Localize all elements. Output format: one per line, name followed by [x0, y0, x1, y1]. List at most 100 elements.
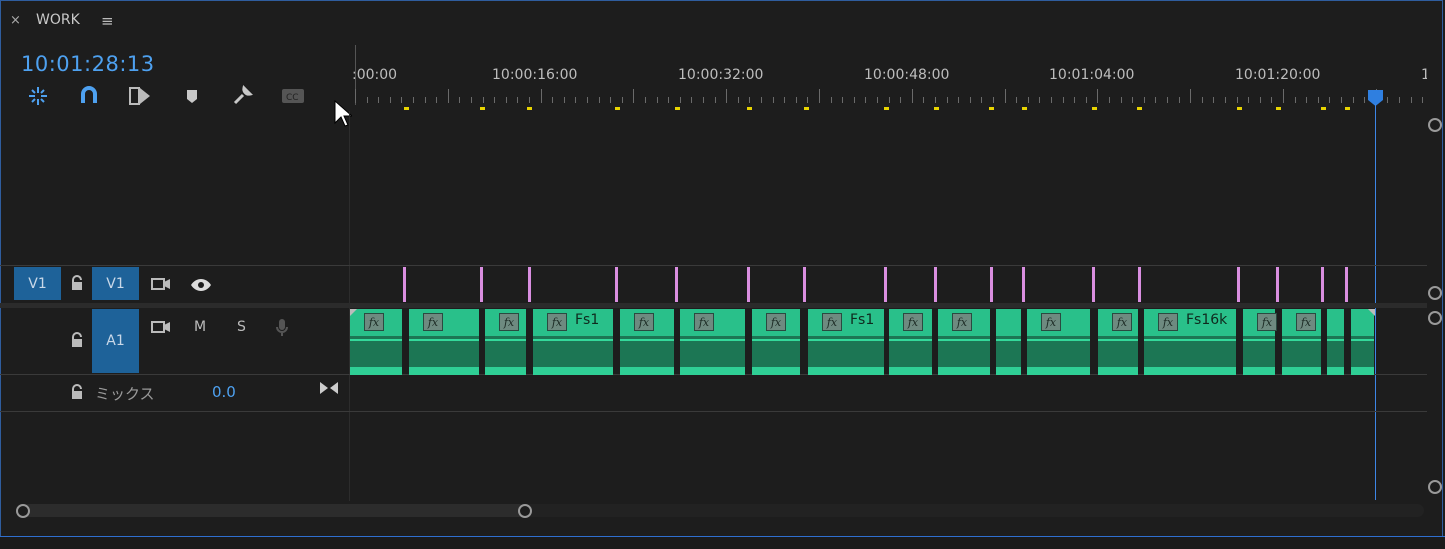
lock-icon[interactable]	[70, 275, 84, 295]
audio-clip[interactable]	[1327, 309, 1344, 375]
bowtie-icon[interactable]	[319, 380, 339, 399]
audio-clip[interactable]: fx	[1243, 309, 1277, 375]
video-marker[interactable]	[403, 267, 406, 302]
audio-clip[interactable]: fx	[680, 309, 745, 375]
audio-clip[interactable]: fx	[620, 309, 674, 375]
audio-clip[interactable]	[1351, 309, 1374, 375]
linked-selection-icon[interactable]	[76, 84, 102, 108]
vertical-scroll-knob[interactable]	[1428, 311, 1442, 325]
ruler-marker[interactable]	[884, 107, 889, 110]
track-target-v1[interactable]: V1	[92, 267, 139, 300]
time-ruler[interactable]: :00:00 10:00:16:00 10:00:32:00 10:00:48:…	[350, 45, 1427, 111]
eye-icon[interactable]	[190, 277, 212, 296]
fx-badge-icon[interactable]: fx	[364, 313, 384, 331]
ruler-marker[interactable]	[404, 107, 409, 110]
video-marker[interactable]	[615, 267, 618, 302]
sync-lock-icon[interactable]	[151, 319, 171, 338]
fx-badge-icon[interactable]: fx	[766, 313, 786, 331]
horizontal-scroll-thumb[interactable]	[22, 504, 525, 517]
wrench-icon[interactable]	[229, 84, 255, 108]
audio-clip[interactable]: fx	[1098, 309, 1138, 375]
fx-badge-icon[interactable]: fx	[822, 313, 842, 331]
fx-badge-icon[interactable]: fx	[1112, 313, 1132, 331]
video-marker[interactable]	[1345, 267, 1348, 302]
audio-clip[interactable]: fx	[485, 309, 526, 375]
video-marker[interactable]	[747, 267, 750, 302]
ruler-marker[interactable]	[527, 107, 532, 110]
ruler-marker[interactable]	[804, 107, 809, 110]
panel-menu-icon[interactable]: ≡	[101, 12, 114, 30]
video-marker[interactable]	[1321, 267, 1324, 302]
ruler-marker[interactable]	[989, 107, 994, 110]
snap-icon[interactable]	[25, 84, 51, 108]
playhead-timecode[interactable]: 10:01:28:13	[21, 52, 155, 76]
audio-clip[interactable]: fx	[350, 309, 402, 375]
video-marker[interactable]	[1022, 267, 1025, 302]
ruler-marker[interactable]	[480, 107, 485, 110]
horizontal-scroll-knob[interactable]	[518, 504, 532, 518]
source-patch-v1[interactable]: V1	[14, 267, 61, 300]
insert-overwrite-icon[interactable]	[127, 84, 153, 108]
microphone-icon[interactable]	[275, 318, 289, 342]
fx-badge-icon[interactable]: fx	[423, 313, 443, 331]
marker-icon[interactable]	[179, 84, 205, 108]
fx-badge-icon[interactable]: fx	[547, 313, 567, 331]
close-icon[interactable]: ×	[10, 13, 21, 28]
ruler-marker[interactable]	[1321, 107, 1326, 110]
ruler-marker[interactable]	[1237, 107, 1242, 110]
video-marker[interactable]	[803, 267, 806, 302]
mix-volume-value[interactable]: 0.0	[212, 383, 236, 401]
video-marker[interactable]	[1276, 267, 1279, 302]
video-marker[interactable]	[1237, 267, 1240, 302]
ruler-marker[interactable]	[1137, 107, 1142, 110]
audio-clip[interactable]: fx Fs1	[808, 309, 884, 375]
track-target-a1[interactable]: A1	[92, 309, 139, 373]
panel-title[interactable]: WORK	[36, 12, 80, 28]
video-marker[interactable]	[990, 267, 993, 302]
fx-badge-icon[interactable]: fx	[952, 313, 972, 331]
fx-badge-icon[interactable]: fx	[694, 313, 714, 331]
mute-button[interactable]: M	[194, 319, 206, 335]
horizontal-scroll-knob[interactable]	[16, 504, 30, 518]
ruler-marker[interactable]	[1092, 107, 1097, 110]
fx-badge-icon[interactable]: fx	[1296, 313, 1316, 331]
ruler-marker[interactable]	[675, 107, 680, 110]
audio-clip[interactable]: fx	[889, 309, 932, 375]
ruler-tick	[958, 97, 960, 103]
fx-badge-icon[interactable]: fx	[1041, 313, 1061, 331]
ruler-marker[interactable]	[934, 107, 939, 110]
vertical-scroll-knob[interactable]	[1428, 286, 1442, 300]
lock-icon[interactable]	[70, 332, 84, 352]
audio-clip[interactable]: fx Fs1	[533, 309, 613, 375]
audio-clip[interactable]: fx	[752, 309, 800, 375]
vertical-scroll-knob[interactable]	[1428, 480, 1442, 494]
ruler-marker[interactable]	[1345, 107, 1350, 110]
fx-badge-icon[interactable]: fx	[903, 313, 923, 331]
ruler-marker[interactable]	[1276, 107, 1281, 110]
audio-clip[interactable]: fx	[1282, 309, 1321, 375]
audio-clip[interactable]	[996, 309, 1021, 375]
video-marker[interactable]	[480, 267, 483, 302]
ruler-marker[interactable]	[747, 107, 752, 110]
video-marker[interactable]	[528, 267, 531, 302]
lock-icon[interactable]	[70, 384, 84, 404]
audio-clip[interactable]: fx	[1027, 309, 1090, 375]
video-marker[interactable]	[675, 267, 678, 302]
video-marker[interactable]	[884, 267, 887, 302]
captions-icon[interactable]: CC	[280, 84, 306, 108]
audio-clip[interactable]: fx Fs16k	[1144, 309, 1236, 375]
fx-badge-icon[interactable]: fx	[1158, 313, 1178, 331]
vertical-scroll-knob[interactable]	[1428, 118, 1442, 132]
video-marker[interactable]	[1092, 267, 1095, 302]
audio-clip[interactable]: fx	[938, 309, 990, 375]
fx-badge-icon[interactable]: fx	[499, 313, 519, 331]
fx-badge-icon[interactable]: fx	[1257, 313, 1277, 331]
ruler-marker[interactable]	[1022, 107, 1027, 110]
fx-badge-icon[interactable]: fx	[634, 313, 654, 331]
ruler-marker[interactable]	[615, 107, 620, 110]
audio-clip[interactable]: fx	[409, 309, 479, 375]
video-marker[interactable]	[934, 267, 937, 302]
solo-button[interactable]: S	[237, 319, 246, 335]
sync-lock-icon[interactable]	[151, 276, 171, 295]
video-marker[interactable]	[1138, 267, 1141, 302]
